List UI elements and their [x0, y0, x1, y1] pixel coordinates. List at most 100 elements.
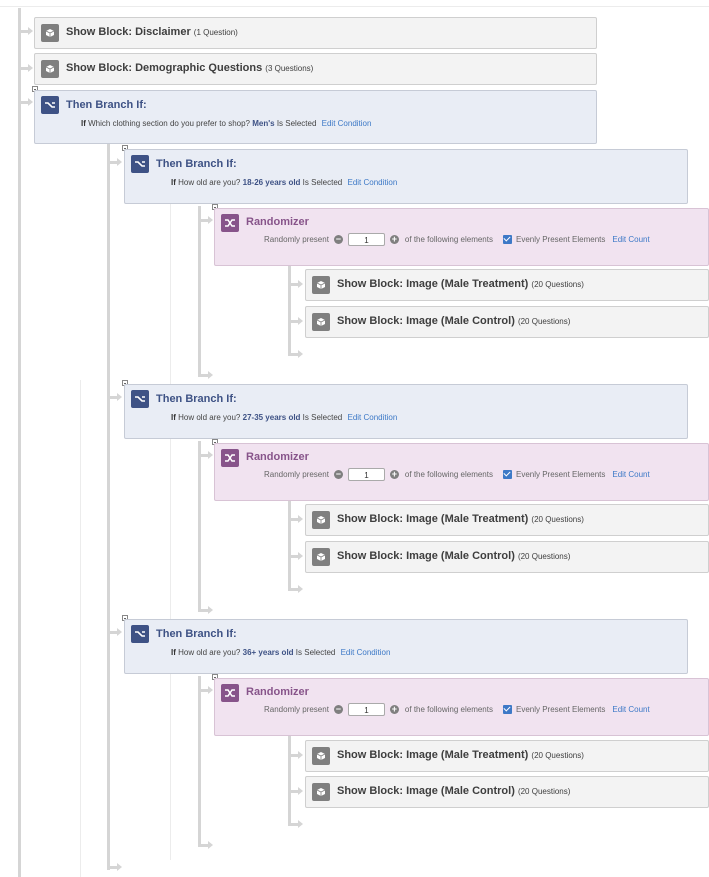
block-cube-icon: [312, 548, 330, 566]
edit-condition-link[interactable]: Edit Condition: [347, 178, 397, 187]
show-block-male-treatment[interactable]: Show Block: Image (Male Treatment) (20 Q…: [305, 740, 709, 772]
count-input[interactable]: 1: [347, 233, 385, 246]
flow-line-sub: [198, 206, 201, 374]
shuffle-icon: [221, 684, 239, 702]
block-title: Show Block: Image (Male Control) (20 Que…: [337, 315, 571, 327]
show-block-male-control[interactable]: Show Block: Image (Male Control) (20 Que…: [305, 306, 709, 338]
block-cube-icon: [41, 24, 59, 42]
edit-condition-link[interactable]: Edit Condition: [322, 119, 372, 128]
flow-arrow: [298, 751, 303, 759]
evenly-present-checkbox[interactable]: [502, 470, 512, 479]
branch-age-1[interactable]: Then Branch If: If How old are you? 18-2…: [124, 149, 688, 204]
show-block-male-treatment[interactable]: Show Block: Image (Male Treatment) (20 Q…: [305, 504, 709, 536]
randomizer-title: Randomizer: [246, 686, 309, 698]
flow-arrow: [298, 515, 303, 523]
top-divider: [0, 6, 709, 7]
flow-arrow: [298, 552, 303, 560]
edit-condition-link[interactable]: Edit Condition: [347, 413, 397, 422]
randomizer-title: Randomizer: [246, 216, 309, 228]
count-input[interactable]: 1: [347, 468, 385, 481]
branch-icon: [131, 390, 149, 408]
flow-arrow: [117, 863, 122, 871]
randomizer-2[interactable]: Randomizer Randomly present − 1 + of the…: [214, 443, 709, 501]
flow-arrow: [208, 451, 213, 459]
show-block-disclaimer[interactable]: Show Block: Disclaimer (1 Question): [34, 17, 597, 49]
flow-arrow: [208, 841, 213, 849]
block-title: Show Block: Image (Male Control) (20 Que…: [337, 785, 571, 797]
block-cube-icon: [312, 747, 330, 765]
branch-age-3[interactable]: Then Branch If: If How old are you? 36+ …: [124, 619, 688, 674]
show-block-male-control[interactable]: Show Block: Image (Male Control) (20 Que…: [305, 776, 709, 808]
randomizer-settings: Randomly present − 1 + of the following …: [264, 233, 650, 246]
block-title: Show Block: Image (Male Treatment) (20 Q…: [337, 278, 584, 290]
minus-icon[interactable]: −: [333, 235, 343, 244]
minus-icon[interactable]: −: [333, 470, 343, 479]
block-title: Show Block: Demographic Questions (3 Que…: [66, 62, 314, 74]
edit-count-link[interactable]: Edit Count: [612, 470, 649, 479]
plus-icon[interactable]: +: [389, 235, 399, 244]
block-cube-icon: [312, 511, 330, 529]
randomizer-settings: Randomly present − 1 + of the following …: [264, 703, 650, 716]
flow-arrow: [298, 317, 303, 325]
shuffle-icon: [221, 449, 239, 467]
branch-title: Then Branch If:: [156, 628, 237, 640]
flow-arrow: [298, 350, 303, 358]
guide-line: [80, 380, 81, 877]
branch-condition: If How old are you? 27-35 years old Is S…: [171, 413, 398, 422]
randomizer-1[interactable]: Randomizer Randomly present − 1 + of the…: [214, 208, 709, 266]
edit-count-link[interactable]: Edit Count: [612, 235, 649, 244]
flow-arrow: [117, 393, 122, 401]
flow-arrow: [298, 787, 303, 795]
branch-title: Then Branch If:: [156, 158, 237, 170]
guide-line: [170, 190, 171, 860]
branch-title: Then Branch If:: [156, 393, 237, 405]
flow-line-root: [18, 8, 21, 877]
flow-arrow: [208, 686, 213, 694]
show-block-demographic[interactable]: Show Block: Demographic Questions (3 Que…: [34, 53, 597, 85]
flow-arrow: [117, 158, 122, 166]
block-title: Show Block: Image (Male Treatment) (20 Q…: [337, 749, 584, 761]
flow-arrow: [208, 606, 213, 614]
block-cube-icon: [41, 60, 59, 78]
plus-icon[interactable]: +: [389, 705, 399, 714]
evenly-present-checkbox[interactable]: [502, 705, 512, 714]
branch-age-2[interactable]: Then Branch If: If How old are you? 27-3…: [124, 384, 688, 439]
branch-clothing-section[interactable]: Then Branch If: If Which clothing sectio…: [34, 90, 597, 144]
flow-arrow: [117, 628, 122, 636]
show-block-male-control[interactable]: Show Block: Image (Male Control) (20 Que…: [305, 541, 709, 573]
branch-condition: If How old are you? 36+ years old Is Sel…: [171, 648, 391, 657]
branch-condition: If Which clothing section do you prefer …: [81, 119, 372, 128]
block-cube-icon: [312, 783, 330, 801]
branch-icon: [131, 155, 149, 173]
randomizer-settings: Randomly present − 1 + of the following …: [264, 468, 650, 481]
shuffle-icon: [221, 214, 239, 232]
block-title: Show Block: Image (Male Treatment) (20 Q…: [337, 513, 584, 525]
randomizer-3[interactable]: Randomizer Randomly present − 1 + of the…: [214, 678, 709, 736]
flow-line-branch: [107, 144, 110, 870]
block-title: Show Block: Disclaimer (1 Question): [66, 26, 238, 38]
flow-arrow: [208, 371, 213, 379]
flow-arrow: [28, 27, 33, 35]
minus-icon[interactable]: −: [333, 705, 343, 714]
flow-arrow: [298, 585, 303, 593]
flow-arrow: [28, 64, 33, 72]
evenly-present-checkbox[interactable]: [502, 235, 512, 244]
flow-line-rand: [288, 501, 291, 590]
flow-line-sub: [198, 676, 201, 846]
flow-arrow: [298, 280, 303, 288]
block-cube-icon: [312, 276, 330, 294]
plus-icon[interactable]: +: [389, 470, 399, 479]
randomizer-title: Randomizer: [246, 451, 309, 463]
branch-condition: If How old are you? 18-26 years old Is S…: [171, 178, 398, 187]
edit-condition-link[interactable]: Edit Condition: [341, 648, 391, 657]
block-title: Show Block: Image (Male Control) (20 Que…: [337, 550, 571, 562]
flow-arrow: [28, 98, 33, 106]
flow-line-rand: [288, 266, 291, 355]
flow-line-sub: [198, 441, 201, 611]
flow-line-rand: [288, 736, 291, 825]
count-input[interactable]: 1: [347, 703, 385, 716]
branch-title: Then Branch If:: [66, 99, 147, 111]
block-cube-icon: [312, 313, 330, 331]
edit-count-link[interactable]: Edit Count: [612, 705, 649, 714]
show-block-male-treatment[interactable]: Show Block: Image (Male Treatment) (20 Q…: [305, 269, 709, 301]
